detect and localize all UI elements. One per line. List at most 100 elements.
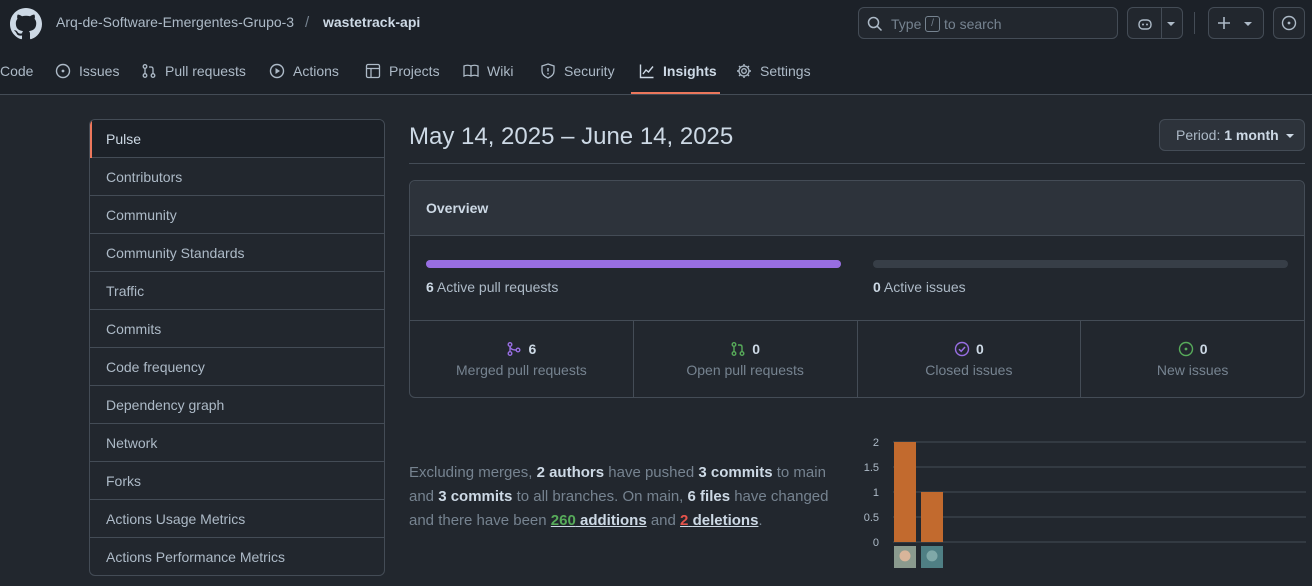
deletions-count: 2 bbox=[680, 512, 689, 529]
author-avatar[interactable] bbox=[921, 546, 943, 568]
active-tab-indicator bbox=[631, 92, 720, 94]
title-divider bbox=[409, 163, 1305, 164]
sidebar-item-network[interactable]: Network bbox=[90, 424, 384, 462]
tab-insights[interactable]: Insights bbox=[639, 60, 717, 82]
tab-security[interactable]: Security bbox=[540, 60, 615, 82]
breadcrumb-separator: / bbox=[305, 14, 310, 31]
copilot-icon bbox=[1138, 19, 1152, 30]
stat-value: 0 bbox=[752, 341, 761, 357]
sidebar-item-forks[interactable]: Forks bbox=[90, 462, 384, 500]
sidebar-item-actions-usage-metrics[interactable]: Actions Usage Metrics bbox=[90, 500, 384, 538]
tab-label: Pull requests bbox=[165, 63, 246, 79]
summary-authors: 2 authors bbox=[536, 464, 605, 481]
active-prs-label: Active pull requests bbox=[436, 279, 559, 295]
chart-y-tick-label: 0 bbox=[873, 537, 879, 549]
tab-issues[interactable]: Issues bbox=[55, 60, 119, 82]
plus-icon bbox=[1218, 17, 1230, 29]
search-input[interactable]: Type / to search bbox=[858, 7, 1118, 39]
sidebar-item-pulse[interactable]: Pulse bbox=[90, 120, 384, 158]
stat-open-prs[interactable]: 0 Open pull requests bbox=[634, 321, 858, 398]
additions-label: additions bbox=[580, 512, 647, 529]
tab-label: Security bbox=[564, 63, 615, 79]
period-label: Period: bbox=[1176, 127, 1221, 143]
tab-label: Insights bbox=[663, 63, 717, 79]
app-header: Arq-de-Software-Emergentes-Grupo-3 / was… bbox=[0, 0, 1312, 95]
active-issues-bar[interactable] bbox=[873, 260, 1288, 268]
commits-by-author-chart: 2 1.5 1 0.5 0 bbox=[864, 437, 1306, 568]
overview-panel: Overview 6 Active pull requests 0 Active… bbox=[409, 180, 1305, 398]
active-prs-bar[interactable] bbox=[426, 260, 841, 268]
summary-text: Excluding merges, bbox=[409, 464, 533, 481]
chart-bar[interactable] bbox=[921, 492, 943, 542]
tab-actions[interactable]: Actions bbox=[269, 60, 339, 82]
tab-label: Actions bbox=[293, 63, 339, 79]
deletions-link[interactable]: 2 deletions bbox=[680, 512, 758, 529]
stat-label: Open pull requests bbox=[686, 362, 804, 378]
chevron-down-icon bbox=[1167, 22, 1175, 26]
stat-label: Merged pull requests bbox=[456, 362, 587, 378]
tab-label: Wiki bbox=[487, 63, 514, 79]
summary-text: and bbox=[650, 512, 676, 529]
tab-projects[interactable]: Projects bbox=[365, 60, 440, 82]
table-icon bbox=[365, 63, 381, 79]
copilot-button[interactable] bbox=[1127, 7, 1183, 39]
breadcrumb-owner[interactable]: Arq-de-Software-Emergentes-Grupo-3 bbox=[56, 14, 294, 30]
github-logo-icon[interactable] bbox=[10, 8, 42, 40]
merged-icon bbox=[507, 342, 521, 356]
overview-stats: 6 Merged pull requests 0 Open pull reque… bbox=[410, 320, 1304, 398]
chevron-down-icon bbox=[1244, 22, 1252, 26]
play-icon bbox=[269, 63, 285, 79]
tab-code[interactable]: Code bbox=[0, 60, 33, 82]
overview-title: Overview bbox=[410, 181, 1304, 236]
pull-request-icon bbox=[731, 342, 745, 356]
deletions-label: deletions bbox=[692, 512, 759, 529]
sidebar-item-traffic[interactable]: Traffic bbox=[90, 272, 384, 310]
sidebar-item-actions-performance-metrics[interactable]: Actions Performance Metrics bbox=[90, 538, 384, 575]
tab-pull-requests[interactable]: Pull requests bbox=[141, 60, 246, 82]
chart-y-tick-label: 2 bbox=[873, 437, 879, 449]
tab-label: Projects bbox=[389, 63, 440, 79]
chart-bar[interactable] bbox=[894, 442, 916, 542]
sidebar-item-community[interactable]: Community bbox=[90, 196, 384, 234]
additions-link[interactable]: 260 additions bbox=[551, 512, 647, 529]
shield-icon bbox=[541, 63, 555, 79]
summary-files: 6 files bbox=[687, 488, 731, 505]
issue-opened-icon bbox=[1178, 341, 1193, 357]
issue-closed-icon bbox=[954, 341, 970, 357]
sidebar-item-commits[interactable]: Commits bbox=[90, 310, 384, 348]
graph-icon bbox=[639, 64, 654, 79]
summary-commits-all: 3 commits bbox=[438, 488, 513, 505]
tab-wiki[interactable]: Wiki bbox=[463, 60, 513, 82]
insights-sidebar: Pulse Contributors Community Community S… bbox=[89, 119, 385, 576]
active-prs-text[interactable]: 6 Active pull requests bbox=[426, 279, 558, 295]
sidebar-item-community-standards[interactable]: Community Standards bbox=[90, 234, 384, 272]
search-placeholder: Type bbox=[891, 16, 922, 32]
header-divider bbox=[1194, 12, 1195, 34]
your-issues-button[interactable] bbox=[1273, 7, 1305, 39]
gear-icon bbox=[737, 64, 751, 78]
stat-value: 0 bbox=[1199, 341, 1208, 357]
author-avatar[interactable] bbox=[894, 546, 916, 568]
stat-closed-issues[interactable]: 0 Closed issues bbox=[858, 321, 1082, 398]
summary-commits-main: 3 commits bbox=[698, 464, 773, 481]
period-dropdown-button[interactable]: Period: 1 month bbox=[1159, 119, 1305, 151]
tab-label: Settings bbox=[760, 63, 811, 79]
sidebar-item-contributors[interactable]: Contributors bbox=[90, 158, 384, 196]
active-issues-text[interactable]: 0 Active issues bbox=[873, 279, 966, 295]
stat-label: Closed issues bbox=[925, 362, 1013, 378]
tab-label: Issues bbox=[79, 63, 120, 79]
summary-text: have pushed bbox=[608, 464, 695, 481]
stat-merged-prs[interactable]: 6 Merged pull requests bbox=[410, 321, 634, 398]
breadcrumb-repo[interactable]: wastetrack-api bbox=[323, 14, 420, 30]
issue-opened-icon bbox=[1281, 15, 1297, 31]
tab-settings[interactable]: Settings bbox=[736, 60, 811, 82]
create-new-button[interactable] bbox=[1208, 7, 1264, 39]
summary-text: to all branches. On main, bbox=[516, 488, 684, 505]
stat-value: 6 bbox=[528, 341, 537, 357]
pull-request-icon bbox=[142, 64, 156, 78]
sidebar-item-dependency-graph[interactable]: Dependency graph bbox=[90, 386, 384, 424]
chart-y-tick-label: 0.5 bbox=[864, 512, 879, 524]
stat-new-issues[interactable]: 0 New issues bbox=[1081, 321, 1304, 398]
active-prs-bar-fill bbox=[426, 260, 841, 268]
sidebar-item-code-frequency[interactable]: Code frequency bbox=[90, 348, 384, 386]
